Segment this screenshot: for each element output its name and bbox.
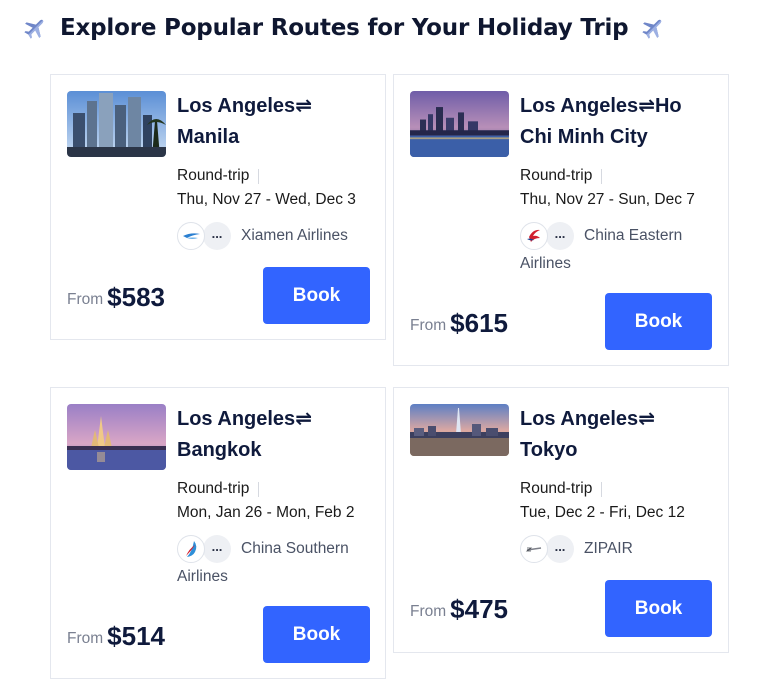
price-block: From $514 xyxy=(67,621,165,652)
zipair-logo-icon xyxy=(520,535,548,563)
from-label: From xyxy=(67,291,104,308)
more-airlines-badge: ... xyxy=(203,535,231,563)
airline-info: ... China Southern Airlines xyxy=(177,535,373,591)
destination-city: Manila xyxy=(177,126,240,148)
route-card-tokyo[interactable]: Los Angeles⇌ Tokyo Round-trip Tue, Dec 2… xyxy=(393,387,729,653)
airline-info: ... Xiamen Airlines xyxy=(177,222,373,250)
route-card-bangkok[interactable]: Los Angeles⇌ Bangkok Round-trip Mon, Jan… xyxy=(50,387,386,679)
travel-dates: Thu, Nov 27 - Sun, Dec 7 xyxy=(520,191,695,208)
round-trip-arrows-icon: ⇌ xyxy=(638,408,655,430)
travel-dates: Mon, Jan 26 - Mon, Feb 2 xyxy=(177,504,355,521)
from-label: From xyxy=(67,630,104,647)
origin-city: Los Angeles xyxy=(520,95,639,117)
manila-skyline-photo xyxy=(67,91,166,157)
price: $475 xyxy=(450,594,509,624)
divider xyxy=(601,481,603,497)
book-button[interactable]: Book xyxy=(263,606,370,663)
travel-dates: Thu, Nov 27 - Wed, Dec 3 xyxy=(177,191,356,208)
airplane-icon xyxy=(22,15,48,41)
china-southern-logo-icon xyxy=(177,535,205,563)
route-title[interactable]: Los Angeles⇌ Bangkok xyxy=(177,404,373,466)
price: $583 xyxy=(107,282,166,312)
destination-city: Bangkok xyxy=(177,439,262,461)
route-title[interactable]: Los Angeles⇌ Tokyo xyxy=(520,404,716,466)
trip-type: Round-trip xyxy=(520,477,716,501)
airline-info: ... China Eastern Airlines xyxy=(520,222,716,278)
trip-type: Round-trip xyxy=(177,477,373,501)
from-label: From xyxy=(410,603,447,620)
route-title[interactable]: Los Angeles⇌ Manila xyxy=(177,91,373,153)
book-button[interactable]: Book xyxy=(605,293,712,350)
page-title: Explore Popular Routes for Your Holiday … xyxy=(60,15,629,41)
tokyo-skyline-photo xyxy=(410,404,509,456)
destination-city: Tokyo xyxy=(520,439,578,461)
bangkok-temple-photo xyxy=(67,404,166,470)
price-block: From $475 xyxy=(410,594,508,625)
xiamen-airlines-logo-icon xyxy=(177,222,205,250)
divider xyxy=(258,168,260,184)
section-header: Explore Popular Routes for Your Holiday … xyxy=(22,12,666,44)
airplane-icon xyxy=(640,15,666,41)
airline-name: ZIPAIR xyxy=(584,540,633,557)
airline-name: Xiamen Airlines xyxy=(241,227,348,244)
airline-info: ... ZIPAIR xyxy=(520,535,716,563)
round-trip-arrows-icon: ⇌ xyxy=(295,408,312,430)
round-trip-arrows-icon: ⇌ xyxy=(638,95,655,117)
price-block: From $583 xyxy=(67,282,165,313)
route-title[interactable]: Los Angeles⇌Ho Chi Minh City xyxy=(520,91,716,153)
route-card-manila[interactable]: Los Angeles⇌ Manila Round-trip Thu, Nov … xyxy=(50,74,386,340)
trip-type: Round-trip xyxy=(520,164,716,188)
more-airlines-badge: ... xyxy=(546,535,574,563)
round-trip-arrows-icon: ⇌ xyxy=(295,95,312,117)
price-block: From $615 xyxy=(410,308,508,339)
origin-city: Los Angeles xyxy=(177,95,296,117)
price: $514 xyxy=(107,621,166,651)
more-airlines-badge: ... xyxy=(203,222,231,250)
china-eastern-logo-icon xyxy=(520,222,548,250)
ho-chi-minh-city-photo xyxy=(410,91,509,157)
route-card-ho-chi-minh-city[interactable]: Los Angeles⇌Ho Chi Minh City Round-trip … xyxy=(393,74,729,366)
trip-type: Round-trip xyxy=(177,164,373,188)
origin-city: Los Angeles xyxy=(177,408,296,430)
from-label: From xyxy=(410,317,447,334)
price: $615 xyxy=(450,308,509,338)
divider xyxy=(258,481,260,497)
book-button[interactable]: Book xyxy=(263,267,370,324)
divider xyxy=(601,168,603,184)
origin-city: Los Angeles xyxy=(520,408,639,430)
book-button[interactable]: Book xyxy=(605,580,712,637)
more-airlines-badge: ... xyxy=(546,222,574,250)
travel-dates: Tue, Dec 2 - Fri, Dec 12 xyxy=(520,504,685,521)
